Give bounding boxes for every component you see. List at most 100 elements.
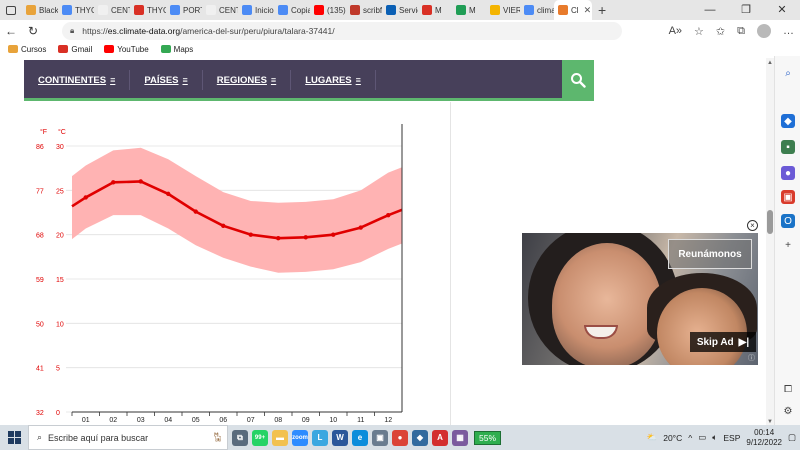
- weather-temp[interactable]: 20°C: [663, 433, 682, 443]
- bookmarks-bar: Cursos Gmail YouTube Maps: [0, 42, 800, 56]
- bookmark-maps[interactable]: Maps: [160, 45, 193, 54]
- start-button[interactable]: [0, 431, 28, 444]
- favorite-star-icon[interactable]: ☆: [694, 25, 704, 38]
- taskbar-photos-icon[interactable]: ▦: [452, 429, 468, 446]
- sidebar-briefcase-icon[interactable]: ▪: [781, 140, 795, 154]
- data-point: [386, 212, 391, 218]
- tab-actions-button[interactable]: [0, 0, 22, 20]
- clock-time: 00:14: [754, 427, 775, 437]
- nav-item-regiones[interactable]: REGIONES ≡: [203, 70, 292, 90]
- nav-item-países[interactable]: PAÍSES ≡: [130, 70, 203, 90]
- volume-icon[interactable]: 🔈︎: [712, 432, 717, 443]
- bookmark-cursos[interactable]: Cursos: [8, 45, 46, 54]
- x-tick-label: 06: [219, 417, 227, 424]
- browser-tab[interactable]: CENTF: [94, 0, 130, 20]
- taskbar-search-box[interactable]: ⌕ Escribe aquí para buscar 🦌︎: [28, 425, 228, 450]
- browser-tab[interactable]: (135) L: [310, 0, 346, 20]
- sidebar-office-icon[interactable]: ▣: [781, 190, 795, 204]
- collections-icon[interactable]: ⧉: [737, 25, 745, 38]
- ad-image-woman: [552, 243, 662, 365]
- taskbar-chrome-icon[interactable]: ●: [392, 429, 408, 446]
- sidebar-settings-icon[interactable]: ⚙: [781, 404, 795, 418]
- new-tab-button[interactable]: +: [592, 2, 612, 18]
- browser-tab[interactable]: THYCI: [58, 0, 94, 20]
- data-point: [276, 236, 281, 241]
- tab-favicon-icon: [62, 5, 72, 15]
- language-indicator[interactable]: ESP: [723, 433, 740, 443]
- nav-item-continentes[interactable]: CONTINENTES ≡: [24, 70, 131, 90]
- browser-tab[interactable]: Blackb: [22, 0, 58, 20]
- notifications-icon[interactable]: ▢: [788, 432, 796, 443]
- taskbar-edge-icon[interactable]: e: [352, 429, 368, 446]
- maximize-button[interactable]: ❐: [728, 0, 764, 20]
- video-ad[interactable]: Reunámonos Skip Ad ▶| ⓘ: [522, 233, 758, 365]
- network-icon[interactable]: ▭: [698, 432, 706, 443]
- bookmark-icon: [160, 45, 171, 53]
- tab-label: Inicio: [255, 5, 274, 15]
- browser-tab[interactable]: Cl ✕: [554, 0, 592, 20]
- tab-label: Blackb: [39, 5, 58, 15]
- browser-tab[interactable]: PORTA: [166, 0, 202, 20]
- temperature-range-band: [72, 147, 402, 273]
- y-tick-c: 10: [56, 321, 64, 328]
- site-search-button[interactable]: [562, 60, 594, 100]
- more-menu-icon[interactable]: …: [783, 25, 794, 37]
- browser-tab[interactable]: M: [418, 0, 452, 20]
- scroll-up-arrow[interactable]: ▲: [766, 60, 774, 66]
- taskbar-cube-icon[interactable]: ◆: [412, 429, 428, 446]
- sidebar-tag-icon[interactable]: ◆: [781, 114, 795, 128]
- taskbar-app-l-icon[interactable]: L: [312, 429, 328, 446]
- tray-overflow-icon[interactable]: ^: [688, 433, 692, 443]
- skip-ad-button[interactable]: Skip Ad ▶|: [690, 332, 756, 352]
- browser-tab[interactable]: clima: [520, 0, 554, 20]
- address-bar[interactable]: 🔒︎ https://es.climate-data.org/america-d…: [62, 22, 622, 40]
- refresh-button[interactable]: ↻: [22, 24, 44, 38]
- tab-favicon-icon: [170, 5, 180, 15]
- taskbar-clock[interactable]: 00:14 9/12/2022: [746, 428, 782, 448]
- minimize-button[interactable]: —: [692, 0, 728, 20]
- browser-tab[interactable]: VIERN: [486, 0, 520, 20]
- profile-avatar[interactable]: [757, 24, 771, 38]
- data-point: [193, 209, 198, 214]
- taskbar-acrobat-icon[interactable]: A: [432, 429, 448, 446]
- x-tick-label: 02: [109, 417, 117, 424]
- sidebar-search-icon[interactable]: ⌕: [781, 66, 795, 80]
- y-tick-f: 77: [36, 188, 44, 195]
- taskbar-file-explorer-icon[interactable]: ▬: [272, 429, 288, 446]
- sidebar-outlook-icon[interactable]: O: [781, 214, 795, 228]
- taskbar-whatsapp-icon[interactable]: 99+: [252, 429, 268, 446]
- close-window-button[interactable]: ✕: [764, 0, 800, 20]
- close-tab-icon[interactable]: ✕: [584, 5, 592, 16]
- taskbar-remote-icon[interactable]: ▣: [372, 429, 388, 446]
- bookmark-youtube[interactable]: YouTube: [104, 45, 149, 54]
- browser-tab[interactable]: scribf: [346, 0, 382, 20]
- browser-tab[interactable]: Servic: [382, 0, 418, 20]
- read-aloud-icon[interactable]: A»: [669, 25, 682, 37]
- weather-icon[interactable]: ⛅: [647, 432, 658, 443]
- browser-tab[interactable]: Copia: [274, 0, 310, 20]
- ad-info-icon[interactable]: ⓘ: [748, 353, 755, 363]
- ad-headline-button[interactable]: Reunámonos: [668, 239, 752, 269]
- browser-tab[interactable]: M: [452, 0, 486, 20]
- sidebar-expand-icon[interactable]: ⧠: [781, 382, 795, 396]
- back-button[interactable]: ←: [0, 24, 22, 38]
- x-tick-label: 08: [274, 417, 282, 424]
- browser-tab[interactable]: THYC: [130, 0, 166, 20]
- scrollbar-thumb[interactable]: [767, 210, 773, 234]
- sidebar-add-icon[interactable]: +: [781, 238, 795, 252]
- page-scrollbar[interactable]: ▲ ▼: [766, 58, 774, 425]
- taskbar-zoom-icon[interactable]: zoom: [292, 429, 308, 446]
- browser-tab[interactable]: Inicio: [238, 0, 274, 20]
- nav-item-lugares[interactable]: LUGARES ≡: [291, 70, 376, 90]
- x-tick-label: 12: [384, 417, 392, 424]
- browser-tab[interactable]: CENTI: [202, 0, 238, 20]
- sidebar-games-icon[interactable]: ●: [781, 166, 795, 180]
- favorites-icon[interactable]: ✩: [716, 25, 725, 38]
- edge-sidebar: ⌕ ◆ ▪ ● ▣ O + ⧠ ⚙: [774, 56, 800, 425]
- battery-indicator[interactable]: 55%: [474, 430, 502, 445]
- taskbar-word-icon[interactable]: W: [332, 429, 348, 446]
- bookmark-gmail[interactable]: Gmail: [58, 45, 92, 54]
- ad-close-button[interactable]: ×: [747, 220, 758, 231]
- taskbar-task-view-icon[interactable]: ⧉: [232, 429, 248, 446]
- y-tick-c: 5: [56, 366, 60, 373]
